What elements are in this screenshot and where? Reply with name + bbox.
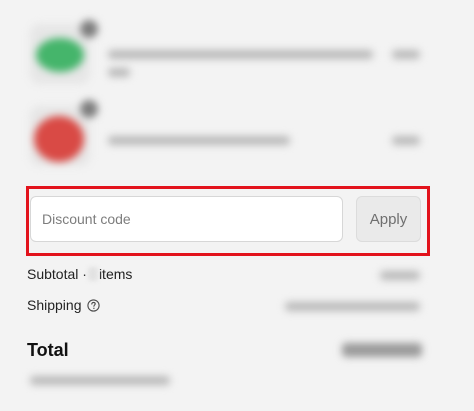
quantity-badge <box>78 98 100 120</box>
product-title-line <box>108 136 290 145</box>
footer-text-line <box>30 376 170 385</box>
subtotal-row-label: Subtotal · items <box>27 266 132 282</box>
item-count-redacted <box>87 267 98 281</box>
product-price-line <box>392 50 420 59</box>
product-title-line <box>108 50 373 59</box>
product-line-item <box>0 98 474 178</box>
apply-button[interactable]: Apply <box>356 196 421 242</box>
quantity-badge <box>78 18 100 40</box>
shipping-label: Shipping <box>27 297 82 313</box>
product-title-line <box>108 68 130 77</box>
total-value <box>342 343 422 357</box>
discount-code-input[interactable] <box>30 196 343 242</box>
items-label: items <box>98 266 133 282</box>
product-price-line <box>392 136 420 145</box>
discount-code-section: Apply <box>26 186 430 256</box>
question-circle-icon[interactable] <box>87 299 100 312</box>
subtotal-value <box>380 271 420 280</box>
product-line-item <box>0 18 474 96</box>
total-label: Total <box>27 340 69 360</box>
shipping-value <box>285 302 420 311</box>
subtotal-label: Subtotal · <box>27 266 87 282</box>
